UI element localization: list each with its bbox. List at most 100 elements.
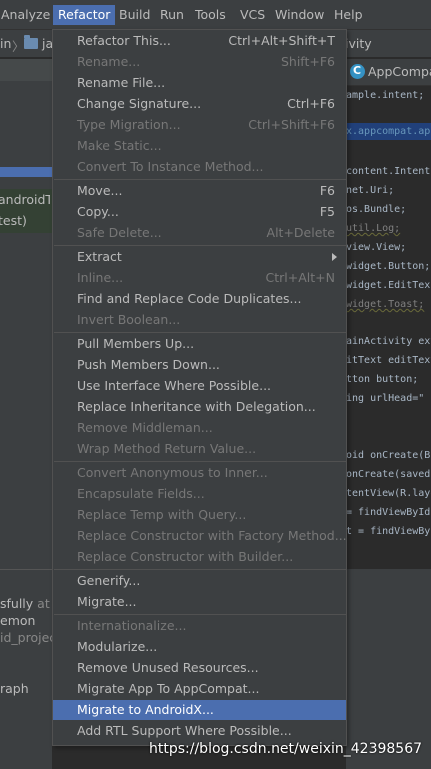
menu-analyze[interactable]: Analyze bbox=[1, 7, 50, 22]
code-line: tentView(R.layo bbox=[346, 488, 431, 499]
menu-item-make-static[interactable]: Make Static... bbox=[53, 136, 346, 156]
menu-item-label: Find and Replace Code Duplicates... bbox=[77, 291, 302, 306]
code-editor[interactable]: AppCompa ample.intent; x.appcompat.app c… bbox=[346, 59, 431, 569]
menu-item-remove-middleman[interactable]: Remove Middleman... bbox=[53, 418, 346, 438]
tool-window-panel bbox=[346, 569, 431, 769]
menu-separator bbox=[54, 614, 346, 615]
menu-item-refactor-this[interactable]: Refactor This... Ctrl+Alt+Shift+T bbox=[53, 31, 346, 51]
menu-item-use-interface[interactable]: Use Interface Where Possible... bbox=[53, 376, 346, 396]
menu-item-label: Migrate... bbox=[77, 594, 137, 609]
menu-item-extract[interactable]: Extract bbox=[53, 247, 346, 267]
menu-item-generify[interactable]: Generify... bbox=[53, 571, 346, 591]
refactor-menu: Refactor This... Ctrl+Alt+Shift+T Rename… bbox=[52, 29, 347, 746]
menu-item-type-migration[interactable]: Type Migration... Ctrl+Shift+F6 bbox=[53, 115, 346, 135]
menu-item-label: Remove Middleman... bbox=[77, 420, 213, 435]
code-line: oid onCreate(B bbox=[346, 450, 431, 461]
menu-item-label: Push Members Down... bbox=[77, 357, 220, 372]
selected-row[interactable] bbox=[0, 167, 52, 177]
menu-item-label: Modularize... bbox=[77, 639, 158, 654]
menu-item-label: Convert Anonymous to Inner... bbox=[77, 465, 268, 480]
menu-item-rename-file[interactable]: Rename File... bbox=[53, 73, 346, 93]
menu-item-find-replace-duplicates[interactable]: Find and Replace Code Duplicates... bbox=[53, 289, 346, 309]
menu-item-label: Safe Delete... bbox=[77, 225, 162, 240]
menu-item-rename[interactable]: Rename... Shift+F6 bbox=[53, 52, 346, 72]
menu-item-modularize[interactable]: Modularize... bbox=[53, 637, 346, 657]
menu-item-replace-constructor-factory[interactable]: Replace Constructor with Factory Method.… bbox=[53, 526, 347, 546]
menu-item-label: Rename File... bbox=[77, 75, 166, 90]
menu-item-change-signature[interactable]: Change Signature... Ctrl+F6 bbox=[53, 94, 346, 114]
menu-item-label: Internationalize... bbox=[77, 618, 187, 633]
menu-item-label: Wrap Method Return Value... bbox=[77, 441, 257, 456]
code-line: tton button; bbox=[346, 374, 419, 385]
menu-item-migrate[interactable]: Migrate... bbox=[53, 592, 346, 612]
menu-item-label: Add RTL Support Where Possible... bbox=[77, 723, 292, 738]
menu-item-label: Copy... bbox=[77, 204, 119, 219]
menu-tools[interactable]: Tools bbox=[195, 7, 226, 22]
code-line: onCreate(savedI bbox=[346, 469, 431, 480]
menu-item-label: Convert To Instance Method... bbox=[77, 159, 264, 174]
menu-item-label: Migrate to AndroidX... bbox=[77, 702, 214, 717]
menu-item-label: Extract bbox=[77, 249, 122, 264]
menu-separator bbox=[54, 179, 346, 180]
menu-item-label: Remove Unused Resources... bbox=[77, 660, 259, 675]
menu-item-add-rtl-support[interactable]: Add RTL Support Where Possible... bbox=[53, 721, 346, 741]
menu-item-replace-inheritance[interactable]: Replace Inheritance with Delegation... bbox=[53, 397, 346, 417]
menu-help[interactable]: Help bbox=[334, 7, 363, 22]
menu-item-shortcut: F6 bbox=[319, 183, 335, 198]
tree-item-fragment[interactable]: test) bbox=[0, 213, 50, 228]
menu-refactor[interactable]: Refactor bbox=[53, 5, 116, 25]
menu-item-shortcut: Ctrl+F6 bbox=[287, 96, 335, 111]
menu-item-shortcut: F5 bbox=[319, 204, 335, 219]
breadcrumb-item[interactable]: in bbox=[0, 36, 11, 51]
menu-item-encapsulate-fields[interactable]: Encapsulate Fields... bbox=[53, 484, 346, 504]
menu-item-migrate-to-androidx[interactable]: Migrate to AndroidX... bbox=[53, 700, 346, 720]
menu-item-shortcut: Alt+Delete bbox=[266, 225, 335, 240]
menu-item-convert-to-instance-method[interactable]: Convert To Instance Method... bbox=[53, 157, 346, 177]
menu-item-label: Generify... bbox=[77, 573, 141, 588]
build-output-fragment: emon bbox=[0, 613, 36, 628]
menu-item-label: Move... bbox=[77, 183, 123, 198]
menu-separator bbox=[54, 461, 346, 462]
menu-item-remove-unused-resources[interactable]: Remove Unused Resources... bbox=[53, 658, 346, 678]
menu-item-label: Invert Boolean... bbox=[77, 312, 181, 327]
code-line: widget.Button; bbox=[346, 261, 431, 272]
menu-item-convert-anonymous[interactable]: Convert Anonymous to Inner... bbox=[53, 463, 346, 483]
menu-item-copy[interactable]: Copy... F5 bbox=[53, 202, 346, 222]
menu-vcs[interactable]: VCS bbox=[240, 7, 265, 22]
menu-item-shortcut: Ctrl+Shift+F6 bbox=[248, 117, 335, 132]
watermark-url: https://blog.csdn.net/weixin_42398567 bbox=[149, 741, 423, 757]
menu-separator bbox=[54, 245, 346, 246]
build-output-fragment: raph bbox=[0, 681, 29, 696]
menu-item-wrap-method-return[interactable]: Wrap Method Return Value... bbox=[53, 439, 346, 459]
menu-item-replace-constructor-builder[interactable]: Replace Constructor with Builder... bbox=[53, 547, 346, 567]
menu-item-label: Replace Temp with Query... bbox=[77, 507, 247, 522]
menu-item-move[interactable]: Move... F6 bbox=[53, 181, 346, 201]
code-line: itText editText bbox=[346, 355, 431, 366]
menu-item-label: Use Interface Where Possible... bbox=[77, 378, 272, 393]
code-line: net.Uri; bbox=[346, 185, 395, 196]
editor-tab-label[interactable]: AppCompa bbox=[368, 64, 431, 79]
code-line: ample.intent; bbox=[346, 90, 425, 101]
editor-header-fragment: ivity bbox=[345, 36, 372, 51]
menu-item-push-members-down[interactable]: Push Members Down... bbox=[53, 355, 346, 375]
menu-item-label: Replace Inheritance with Delegation... bbox=[77, 399, 316, 414]
menu-build[interactable]: Build bbox=[119, 7, 150, 22]
folder-icon bbox=[24, 35, 38, 49]
menu-window[interactable]: Window bbox=[275, 7, 324, 22]
main-menubar: Analyze Refactor Build Run Tools VCS Win… bbox=[0, 0, 431, 30]
project-panel: androidT test) sfully at 2 emon id_proje… bbox=[0, 59, 52, 769]
menu-item-migrate-app-to-appcompat[interactable]: Migrate App To AppCompat... bbox=[53, 679, 346, 699]
menu-run[interactable]: Run bbox=[160, 7, 184, 22]
menu-item-inline[interactable]: Inline... Ctrl+Alt+N bbox=[53, 268, 346, 288]
build-output-fragment: id_projec bbox=[0, 630, 52, 645]
menu-item-invert-boolean[interactable]: Invert Boolean... bbox=[53, 310, 346, 330]
tree-item-fragment[interactable]: androidT bbox=[0, 192, 50, 207]
menu-item-safe-delete[interactable]: Safe Delete... Alt+Delete bbox=[53, 223, 346, 243]
menu-item-internationalize[interactable]: Internationalize... bbox=[53, 616, 346, 636]
menu-item-replace-temp[interactable]: Replace Temp with Query... bbox=[53, 505, 346, 525]
code-line: content.Intent bbox=[346, 166, 431, 177]
menu-item-label: Type Migration... bbox=[77, 117, 181, 132]
code-line: ainActivity ext bbox=[346, 336, 431, 347]
menu-item-pull-members-up[interactable]: Pull Members Up... bbox=[53, 334, 346, 354]
menu-item-label: Make Static... bbox=[77, 138, 162, 153]
